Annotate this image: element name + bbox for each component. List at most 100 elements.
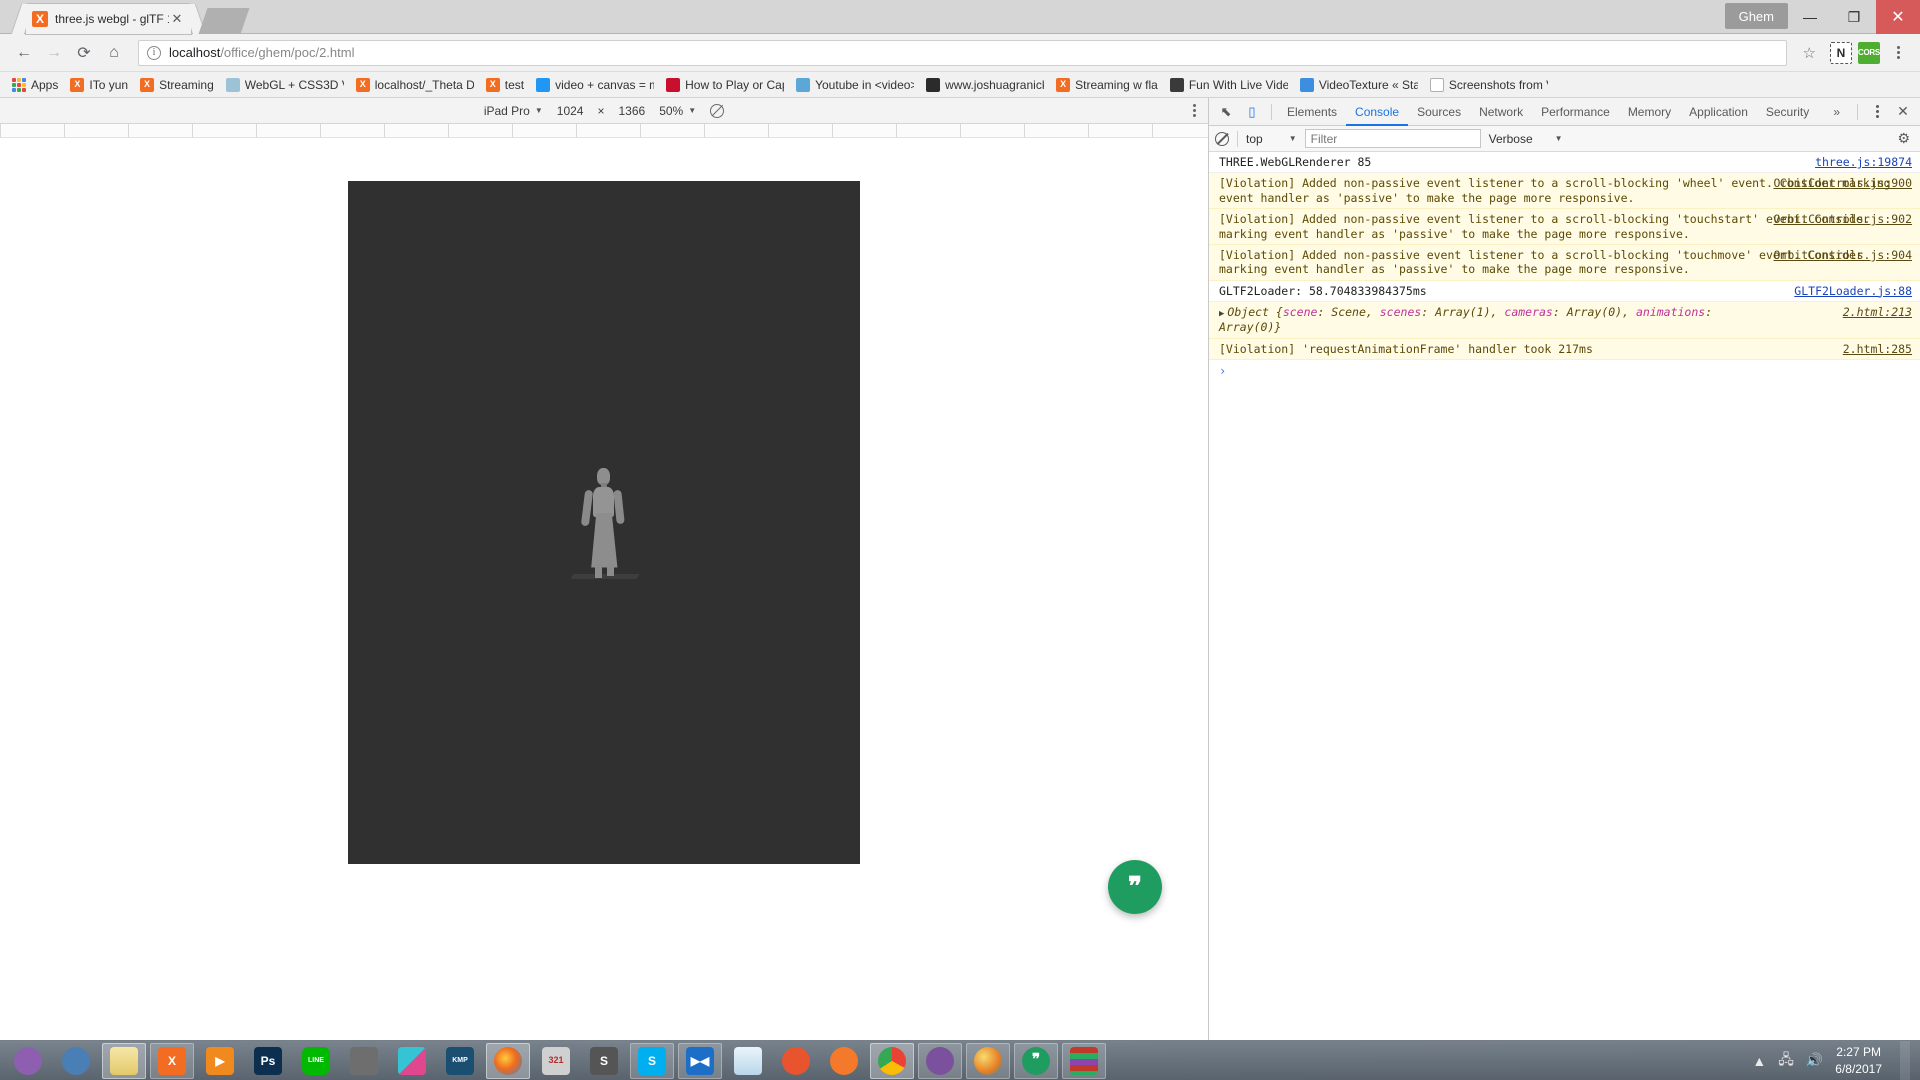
- devtools-tab-network[interactable]: Network: [1470, 98, 1532, 126]
- inspect-element-icon[interactable]: ⬉: [1213, 99, 1239, 125]
- bookmark-item[interactable]: WebGL + CSS3D Vide: [220, 74, 350, 96]
- console-message-source-link[interactable]: GLTF2Loader.js:88: [1794, 284, 1912, 298]
- bookmark-item[interactable]: X ITo yun: [64, 74, 134, 96]
- bookmark-item[interactable]: Screenshots from Vid: [1424, 74, 1554, 96]
- back-icon[interactable]: ←: [10, 39, 38, 67]
- taskbar-item[interactable]: Ps: [246, 1043, 290, 1079]
- taskbar-item[interactable]: [966, 1042, 1010, 1079]
- taskbar-item[interactable]: [54, 1043, 98, 1079]
- site-info-icon[interactable]: i: [147, 45, 161, 60]
- show-hidden-icons-icon[interactable]: ▲: [1752, 1053, 1766, 1069]
- hangouts-quote-icon[interactable]: ❞: [1108, 860, 1162, 914]
- console-message-list[interactable]: THREE.WebGLRenderer 85 three.js:19874 [Vio…: [1209, 152, 1920, 1040]
- console-message[interactable]: [Violation] Added non-passive event list…: [1209, 173, 1920, 210]
- bookmark-item[interactable]: How to Play or Captu: [660, 74, 790, 96]
- devtools-tab-performance[interactable]: Performance: [1532, 98, 1619, 126]
- taskbar-item[interactable]: S: [582, 1043, 626, 1079]
- maximize-restore-button[interactable]: ❐: [1832, 0, 1876, 34]
- chrome-menu-icon[interactable]: [1886, 46, 1910, 59]
- bookmark-item[interactable]: Fun With Live Video in: [1164, 74, 1294, 96]
- bookmark-item[interactable]: X Streaming w fla: [1050, 74, 1164, 96]
- device-height[interactable]: 1366: [619, 104, 646, 118]
- show-desktop-button[interactable]: [1900, 1040, 1910, 1080]
- devtools-tab-elements[interactable]: Elements: [1278, 98, 1346, 126]
- profile-chip[interactable]: Ghem: [1724, 3, 1788, 29]
- console-message-source-link[interactable]: three.js:19874: [1815, 155, 1912, 169]
- devtools-tab-memory[interactable]: Memory: [1619, 98, 1680, 126]
- taskbar-item[interactable]: X: [150, 1042, 194, 1079]
- devtools-tab-sources[interactable]: Sources: [1408, 98, 1470, 126]
- taskbar-item[interactable]: ▶: [198, 1043, 242, 1079]
- log-level-selector[interactable]: Verbose ▼: [1489, 132, 1563, 146]
- reload-icon[interactable]: ⟳: [70, 39, 98, 67]
- browser-tab[interactable]: X three.js webgl - glTF 1.0 ✕: [26, 4, 191, 34]
- console-message[interactable]: [Violation] 'requestAnimationFrame' hand…: [1209, 338, 1920, 360]
- taskbar-item[interactable]: 321: [534, 1043, 578, 1079]
- taskbar-item[interactable]: [1062, 1042, 1106, 1079]
- devtools-tab-application[interactable]: Application: [1680, 98, 1757, 126]
- devtools-close-icon[interactable]: ✕: [1890, 103, 1916, 120]
- device-more-options-icon[interactable]: [1193, 104, 1196, 117]
- clock[interactable]: 2:27 PM 6/8/2017: [1835, 1044, 1882, 1076]
- console-message[interactable]: [Violation] Added non-passive event list…: [1209, 244, 1920, 281]
- devtools-tab-security[interactable]: Security: [1757, 98, 1818, 126]
- cors-extension-icon[interactable]: CORS: [1858, 41, 1880, 64]
- console-filter-input[interactable]: [1304, 129, 1481, 148]
- taskbar-item[interactable]: [6, 1043, 50, 1079]
- taskbar-item[interactable]: [390, 1043, 434, 1079]
- bookmark-item[interactable]: VideoTexture « Starlin: [1294, 74, 1424, 96]
- taskbar-item[interactable]: [918, 1042, 962, 1079]
- console-message-source-link[interactable]: OrbitControls.js:904: [1774, 248, 1912, 262]
- taskbar-item[interactable]: [726, 1043, 770, 1079]
- bookmark-item[interactable]: Xtest: [480, 74, 530, 96]
- close-window-button[interactable]: ✕: [1876, 0, 1920, 34]
- taskbar-item[interactable]: S: [630, 1042, 674, 1079]
- device-selector[interactable]: iPad Pro ▼: [484, 104, 543, 118]
- taskbar-item[interactable]: ❞: [1014, 1042, 1058, 1079]
- forward-icon[interactable]: →: [40, 39, 68, 67]
- webgl-canvas[interactable]: [348, 181, 860, 864]
- taskbar-item[interactable]: LINE: [294, 1043, 338, 1079]
- taskbar-item[interactable]: [342, 1043, 386, 1079]
- console-settings-icon[interactable]: ⚙: [1897, 130, 1914, 147]
- bookmark-item[interactable]: X Streaming: [134, 74, 220, 96]
- bookmark-item[interactable]: Xlocalhost/_Theta Dual: [350, 74, 480, 96]
- zoom-selector[interactable]: 50% ▼: [659, 104, 696, 118]
- bookmark-item[interactable]: video + canvas = mag: [530, 74, 660, 96]
- devtools-menu-icon[interactable]: [1866, 105, 1888, 118]
- expand-object-icon[interactable]: ▶: [1219, 309, 1224, 320]
- device-toolbar-icon[interactable]: ▯: [1239, 99, 1265, 125]
- volume-icon[interactable]: 🔊: [1806, 1052, 1823, 1069]
- taskbar-item[interactable]: [870, 1042, 914, 1079]
- console-message[interactable]: ▶ Object {scene: Scene, scenes: Array(1),…: [1209, 302, 1920, 339]
- apps-shortcut[interactable]: Apps: [6, 74, 64, 96]
- execution-context-selector[interactable]: top ▼: [1246, 132, 1297, 146]
- address-bar[interactable]: i localhost /office/ghem/poc/2.html: [138, 39, 1787, 66]
- taskbar-item[interactable]: [486, 1042, 530, 1079]
- taskbar-item[interactable]: KMP: [438, 1043, 482, 1079]
- onenote-extension-icon[interactable]: N: [1830, 41, 1852, 64]
- taskbar-item[interactable]: [822, 1043, 866, 1079]
- console-message-source-link[interactable]: OrbitControls.js:902: [1774, 212, 1912, 226]
- bookmark-item[interactable]: Youtube in <video>: [790, 74, 920, 96]
- console-message[interactable]: GLTF2Loader: 58.704833984375ms GLTF2Loade…: [1209, 281, 1920, 302]
- network-icon[interactable]: 🖧: [1778, 1049, 1794, 1073]
- minimize-button[interactable]: —: [1788, 0, 1832, 34]
- home-icon[interactable]: ⌂: [100, 39, 128, 67]
- device-width[interactable]: 1024: [557, 104, 584, 118]
- bookmark-item[interactable]: www.joshuagranick.cc: [920, 74, 1050, 96]
- bookmark-star-icon[interactable]: ☆: [1795, 44, 1824, 62]
- console-message-source-link[interactable]: 2.html:285: [1843, 342, 1912, 356]
- devtools-tab-console[interactable]: Console: [1346, 98, 1409, 126]
- console-input-prompt[interactable]: ›: [1209, 360, 1920, 382]
- console-message-source-link[interactable]: OrbitControls.js:900: [1774, 176, 1912, 190]
- console-message[interactable]: [Violation] Added non-passive event list…: [1209, 209, 1920, 245]
- clear-console-icon[interactable]: [1215, 131, 1229, 146]
- taskbar-item[interactable]: [774, 1043, 818, 1079]
- taskbar-item[interactable]: [102, 1042, 146, 1079]
- console-message[interactable]: THREE.WebGLRenderer 85 three.js:19874: [1209, 152, 1920, 174]
- new-tab-button[interactable]: [198, 8, 250, 34]
- devtools-overflow-tabs[interactable]: »: [1824, 98, 1849, 126]
- console-message-source-link[interactable]: 2.html:213: [1843, 305, 1912, 319]
- tab-close-icon[interactable]: ✕: [169, 11, 185, 27]
